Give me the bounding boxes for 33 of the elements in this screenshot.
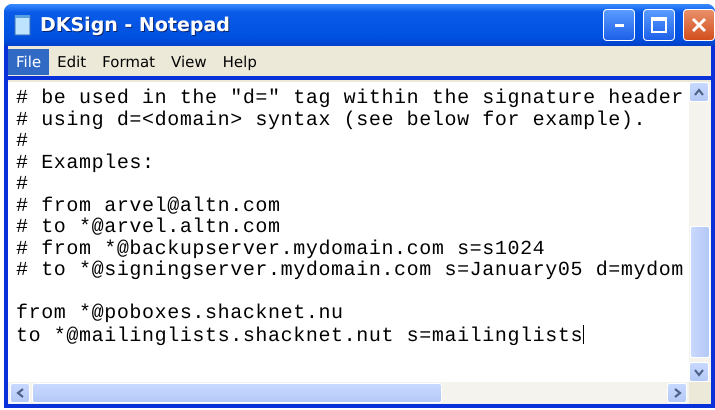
text-line: # to *@arvel.altn.com bbox=[16, 217, 282, 238]
scroll-up-button[interactable] bbox=[689, 82, 709, 102]
scroll-thumb[interactable] bbox=[32, 383, 442, 403]
close-icon bbox=[690, 16, 708, 34]
text-line: # from arvel@altn.com bbox=[16, 196, 282, 217]
menu-item[interactable]: View bbox=[163, 49, 215, 75]
scroll-down-button[interactable] bbox=[689, 362, 709, 382]
minimize-button[interactable] bbox=[603, 9, 635, 41]
text-line: from *@poboxes.shacknet.nu bbox=[16, 303, 345, 324]
scroll-right-button[interactable] bbox=[667, 383, 687, 403]
text-line: to *@mailinglists.shacknet.nut s=mailinglists bbox=[16, 324, 586, 346]
size-grip[interactable] bbox=[689, 382, 711, 404]
scroll-left-button[interactable] bbox=[10, 383, 30, 403]
close-button[interactable] bbox=[683, 9, 715, 41]
window-title: DKSign - Notepad bbox=[40, 14, 231, 36]
vertical-scrollbar[interactable] bbox=[689, 82, 711, 382]
minimize-icon bbox=[614, 24, 624, 26]
notepad-icon bbox=[14, 14, 32, 36]
menu-item[interactable]: Help bbox=[214, 49, 265, 75]
scroll-thumb[interactable] bbox=[690, 226, 710, 358]
menu-item[interactable]: Format bbox=[94, 49, 164, 75]
maximize-icon bbox=[651, 17, 667, 33]
text-line: # bbox=[16, 131, 30, 152]
text-line: # from *@backupserver.mydomain.com s=s1024 bbox=[16, 238, 546, 260]
text-line: # be used in the "d=" tag within the signature header bbox=[16, 88, 685, 110]
text-line: # bbox=[16, 174, 30, 196]
menu-item[interactable]: File bbox=[8, 49, 50, 75]
maximize-button[interactable] bbox=[643, 9, 675, 41]
horizontal-scrollbar[interactable] bbox=[8, 382, 689, 404]
menu-item[interactable]: Edit bbox=[49, 49, 94, 75]
text-line: # using d=<domain> syntax (see below for example). bbox=[16, 110, 648, 131]
text-line: # to *@signingserver.mydomain.com s=January05 d=mydom bbox=[16, 260, 685, 282]
text-line: # Examples: bbox=[16, 152, 156, 174]
